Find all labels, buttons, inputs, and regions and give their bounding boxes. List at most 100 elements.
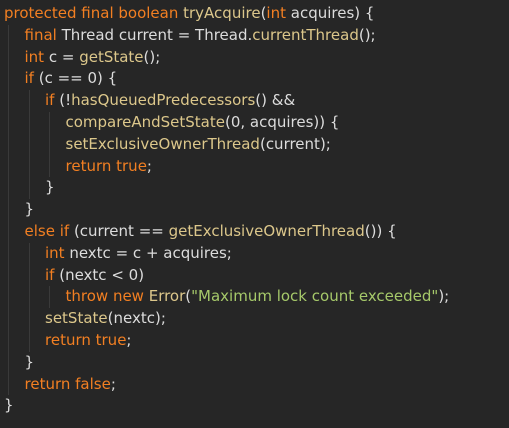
code-line[interactable]: setState(nextc); bbox=[0, 308, 509, 330]
code-line[interactable]: } bbox=[0, 351, 509, 374]
indent-guide bbox=[28, 177, 30, 200]
punctuation-token: , bbox=[240, 112, 250, 131]
code-line[interactable]: setExclusiveOwnerThread(current); bbox=[0, 133, 509, 156]
code-line[interactable]: if (nextc < 0) bbox=[0, 264, 509, 287]
type-token: Thread bbox=[195, 25, 248, 44]
code-line-content: int c = getState(); bbox=[4, 47, 161, 66]
indent-guide bbox=[8, 264, 9, 287]
keyword-token: int bbox=[24, 47, 49, 66]
string-token: "Maximum lock count exceeded" bbox=[191, 287, 439, 306]
identifier-token: acquires bbox=[249, 112, 314, 131]
code-line[interactable]: if (!hasQueuedPredecessors() && bbox=[0, 90, 509, 112]
method-token: compareAndSetState bbox=[65, 112, 225, 131]
indent-guide bbox=[28, 308, 30, 330]
punctuation-token: } bbox=[45, 178, 55, 197]
code-line-content: setExclusiveOwnerThread(current); bbox=[4, 135, 331, 153]
code-line[interactable]: final Thread current = Thread.currentThr… bbox=[0, 24, 509, 47]
code-line[interactable]: int nextc = c + acquires; bbox=[0, 242, 509, 265]
indent-guide bbox=[8, 177, 9, 200]
code-line[interactable]: throw new Error("Maximum lock count exce… bbox=[0, 286, 509, 309]
code-line-content: throw new Error("Maximum lock count exce… bbox=[4, 287, 450, 306]
method-token: getState bbox=[79, 47, 144, 66]
method-token: currentThread bbox=[252, 25, 359, 44]
code-line[interactable]: protected final boolean tryAcquire(int a… bbox=[0, 3, 509, 25]
identifier-token: nextc bbox=[69, 243, 116, 262]
code-line-content: compareAndSetState(0, acquires)) { bbox=[4, 112, 340, 131]
type-token: Thread bbox=[61, 25, 119, 44]
code-line-content: return true; bbox=[4, 331, 131, 349]
code-line[interactable]: int c = getState(); bbox=[0, 46, 509, 69]
indent-guide bbox=[28, 286, 30, 309]
code-line[interactable]: } bbox=[0, 395, 509, 417]
indent-guide bbox=[8, 90, 9, 112]
code-line-content: return true; bbox=[4, 157, 152, 175]
keyword-token: int bbox=[266, 4, 291, 22]
indent-guide bbox=[28, 264, 30, 287]
indent-guide bbox=[49, 111, 50, 134]
identifier-token: current bbox=[265, 134, 320, 153]
identifier-token: current bbox=[79, 221, 139, 240]
code-line-content: if (nextc < 0) bbox=[4, 266, 144, 284]
indent-guide bbox=[28, 329, 30, 352]
code-editor[interactable]: protected final boolean tryAcquire(int a… bbox=[0, 0, 509, 428]
punctuation-token: ); bbox=[319, 134, 331, 153]
code-line-content: int nextc = c + acquires; bbox=[4, 244, 232, 262]
number-token: 0 bbox=[87, 69, 98, 88]
punctuation-token: )) { bbox=[313, 112, 340, 131]
code-line[interactable]: if (c == 0) { bbox=[0, 68, 509, 91]
punctuation-token: (! bbox=[59, 91, 72, 110]
code-line[interactable]: else if (current == getExclusiveOwnerThr… bbox=[0, 220, 509, 243]
identifier-token: c bbox=[44, 69, 58, 88]
punctuation-token: = bbox=[61, 47, 80, 66]
punctuation-token: == bbox=[57, 69, 88, 88]
indent-guide bbox=[49, 286, 50, 309]
punctuation-token: ; bbox=[110, 374, 116, 393]
punctuation-token: (); bbox=[143, 47, 161, 66]
indent-guide bbox=[28, 155, 30, 178]
punctuation-token: ; bbox=[146, 156, 152, 175]
indent-guide bbox=[28, 133, 30, 156]
number-token: 0 bbox=[128, 265, 139, 284]
keyword-token: return false bbox=[24, 374, 111, 393]
method-token: tryAcquire bbox=[183, 4, 261, 22]
code-line-content: if (c == 0) { bbox=[4, 69, 118, 88]
punctuation-token: ); bbox=[438, 287, 450, 306]
code-line[interactable]: return true; bbox=[0, 329, 509, 352]
code-line[interactable]: } bbox=[0, 177, 509, 200]
indent-guide bbox=[28, 242, 30, 265]
indent-guide bbox=[49, 155, 50, 178]
indent-guide bbox=[8, 68, 9, 91]
keyword-token: return true bbox=[65, 156, 147, 175]
punctuation-token: ); bbox=[154, 309, 166, 328]
keyword-token: if bbox=[45, 265, 60, 284]
indent-guide bbox=[8, 286, 9, 309]
indent-guide bbox=[8, 373, 9, 396]
indent-guide bbox=[8, 351, 9, 374]
keyword-token: if bbox=[45, 91, 60, 110]
punctuation-token: () && bbox=[255, 91, 296, 110]
identifier-token: acquires bbox=[290, 4, 355, 22]
code-line[interactable]: return true; bbox=[0, 155, 509, 178]
identifier-token: current bbox=[118, 25, 178, 44]
punctuation-token: + bbox=[145, 243, 164, 262]
identifier-token: c bbox=[132, 243, 146, 262]
code-line-content: protected final boolean tryAcquire(int a… bbox=[4, 4, 374, 22]
code-line[interactable]: compareAndSetState(0, acquires)) { bbox=[0, 111, 509, 134]
keyword-token: throw new bbox=[65, 287, 149, 306]
method-token: setExclusiveOwnerThread bbox=[65, 134, 260, 153]
code-line[interactable]: return false; bbox=[0, 373, 509, 396]
punctuation-token: ; bbox=[126, 330, 132, 349]
keyword-token: if bbox=[24, 69, 39, 88]
punctuation-token: } bbox=[24, 352, 35, 371]
indent-guide bbox=[8, 199, 9, 221]
keyword-token: final bbox=[24, 25, 62, 44]
punctuation-token: ) { bbox=[354, 4, 375, 22]
code-line[interactable]: } bbox=[0, 199, 509, 221]
identifier-token: nextc bbox=[113, 309, 155, 328]
method-token: setState bbox=[45, 309, 108, 328]
indent-guide bbox=[8, 111, 9, 134]
punctuation-token: == bbox=[138, 221, 169, 240]
punctuation-token: (); bbox=[358, 25, 376, 44]
punctuation-token: ()) { bbox=[364, 221, 397, 240]
indent-guide bbox=[28, 111, 30, 134]
